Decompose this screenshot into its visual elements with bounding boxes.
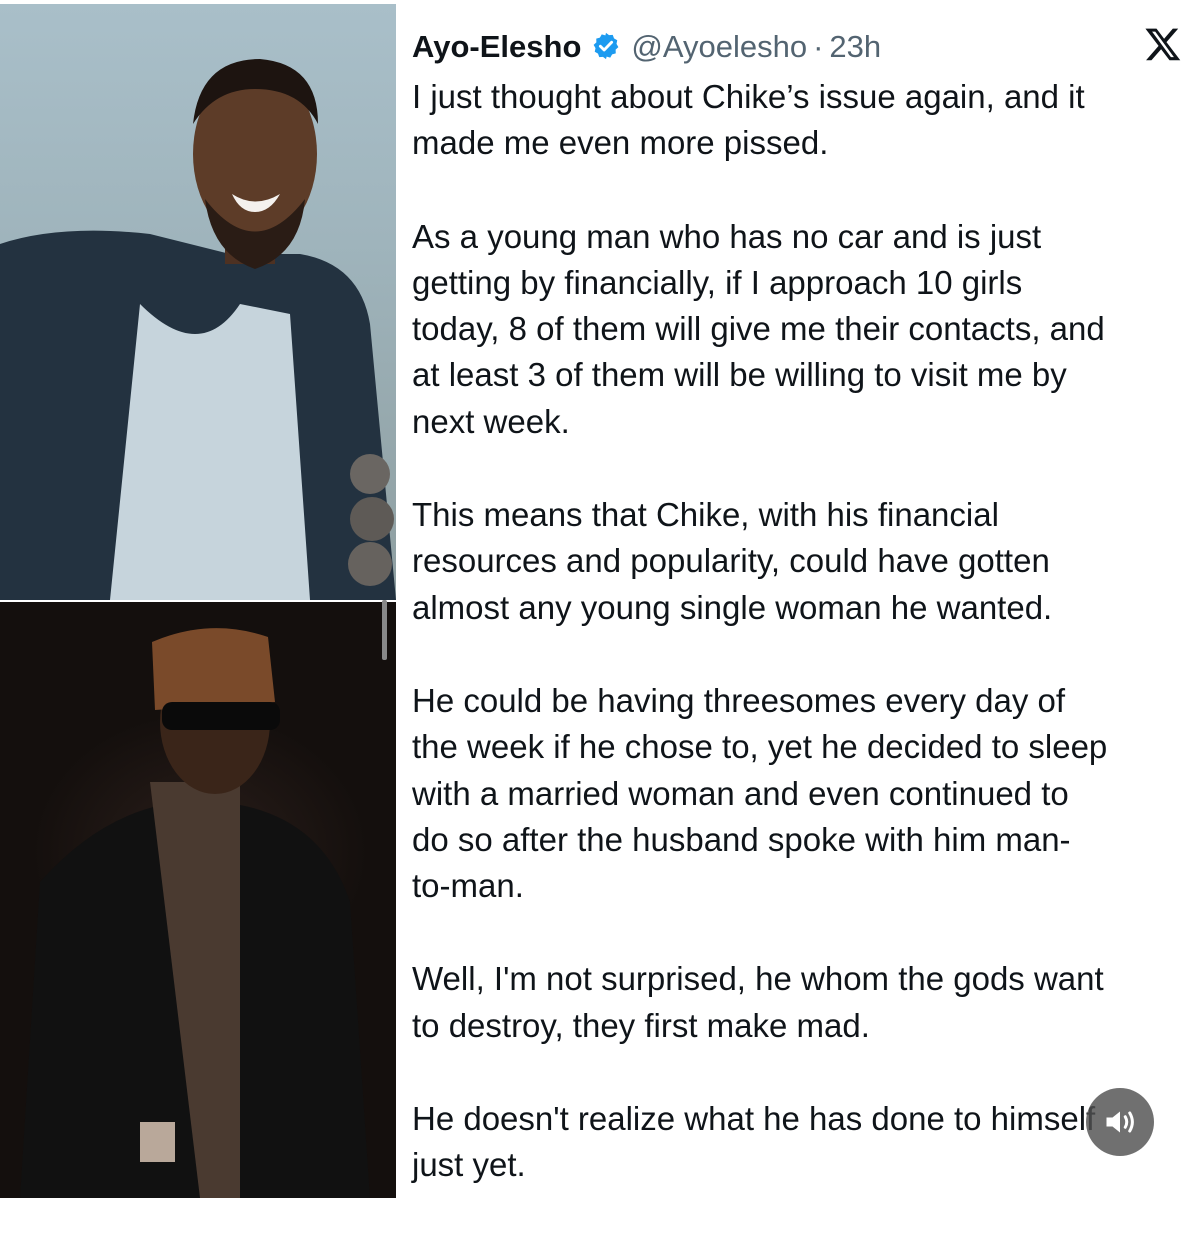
author-handle[interactable]: @Ayoelesho	[631, 31, 807, 62]
tweet-header: Ayo-Elesho @Ayoelesho · 23h	[412, 20, 1182, 72]
photo-figure-top	[0, 59, 396, 600]
text-line: This means that Chike, with his financia…	[412, 496, 999, 534]
tweet-paragraph: This means that Chike, with his financia…	[412, 492, 1182, 631]
tweet-paragraph: Well, I'm not surprised, he whom the god…	[412, 956, 1182, 1049]
speaker-icon	[1106, 1111, 1134, 1133]
text-line: next week.	[412, 402, 570, 440]
text-line: He could be having threesomes every day …	[412, 681, 1066, 719]
tweet-paragraph: He could be having threesomes every day …	[412, 678, 1182, 909]
text-line: almost any young single woman he wanted.	[412, 588, 1053, 626]
text-line: just yet.	[412, 1146, 526, 1184]
text-line: getting by financially, if I approach 10…	[412, 263, 1023, 301]
text-line: I just thought about Chike’s issue again…	[412, 78, 1085, 115]
audio-toggle-button[interactable]	[1086, 1088, 1154, 1156]
scroll-handle[interactable]	[382, 600, 387, 660]
top-photo	[0, 4, 396, 600]
tweet-paragraph: I just thought about Chike’s issue again…	[412, 74, 1182, 167]
tweet-paragraph: He doesn't realize what he has done to h…	[412, 1096, 1182, 1189]
text-line: Well, I'm not surprised, he whom the god…	[412, 960, 1104, 998]
tweet-text: I just thought about Chike’s issue again…	[412, 74, 1182, 1189]
text-line: today, 8 of them will give me their cont…	[412, 310, 1105, 348]
text-line: As a young man who has no car and is jus…	[412, 217, 1042, 255]
text-line: the week if he chose to, yet he decided …	[412, 728, 1108, 766]
tweet: Ayo-Elesho @Ayoelesho · 23h I just thoug…	[412, 20, 1182, 1236]
text-line: made me even more pissed.	[412, 124, 829, 162]
text-line: to destroy, they first make mad.	[412, 1006, 870, 1044]
tweet-paragraph: As a young man who has no car and is jus…	[412, 214, 1182, 445]
text-line: do so after the husband spoke with him m…	[412, 820, 1071, 858]
verified-badge-icon	[594, 32, 619, 60]
text-line: to-man.	[412, 867, 524, 905]
x-logo-icon	[1145, 28, 1181, 61]
text-line: resources and popularity, could have got…	[412, 542, 1050, 580]
image-column	[0, 0, 398, 1200]
text-line: at least 3 of them will be willing to vi…	[412, 356, 1067, 394]
text-line: with a married woman and even continued …	[412, 774, 1069, 812]
separator-dot: ·	[813, 28, 824, 64]
photo-figure-bottom	[20, 628, 370, 1198]
timestamp[interactable]: 23h	[829, 31, 881, 62]
bottom-photo	[0, 602, 396, 1198]
author-name[interactable]: Ayo-Elesho	[412, 31, 581, 62]
text-line: He doesn't realize what he has done to h…	[412, 1100, 1096, 1138]
